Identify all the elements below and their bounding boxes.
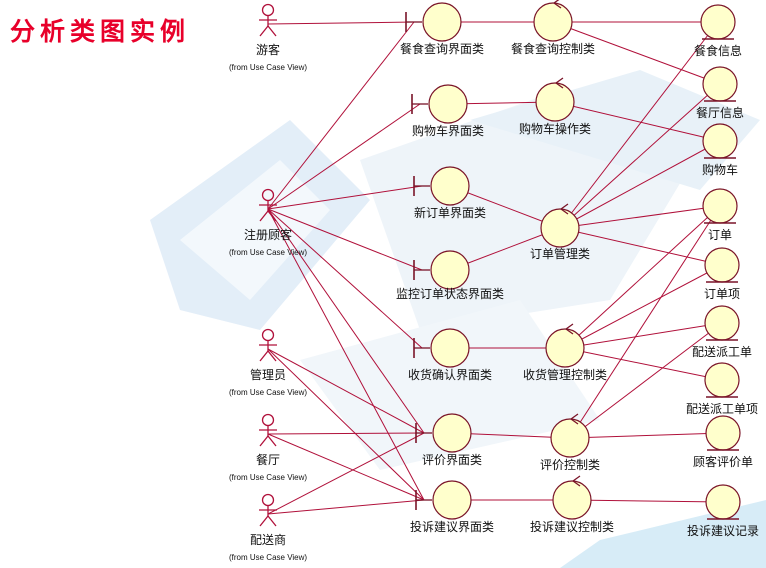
boundary-b_cart-label: 购物车界面类 <box>412 123 484 138</box>
actor-reg-label: 注册顾客 <box>244 227 292 242</box>
control-c_eval-label: 评价控制类 <box>540 458 600 472</box>
entity-e_review-label: 顾客评价单 <box>693 454 753 469</box>
boundary-class-b_query[interactable]: 餐食查询界面类 <box>400 2 484 56</box>
boundary-b_eval-label: 评价界面类 <box>422 453 482 467</box>
association-line <box>267 432 425 435</box>
association-line <box>569 432 724 439</box>
control-c_query-label: 餐食查询控制类 <box>511 41 595 56</box>
association-line <box>267 208 425 434</box>
actor-rest-label: 餐厅 <box>256 452 280 467</box>
entity-class-e_dispatch[interactable]: 配送派工单 <box>692 305 752 359</box>
entity-e_dispatch-label: 配送派工单 <box>692 344 752 359</box>
boundary-b_confirm-label: 收货确认界面类 <box>408 367 492 382</box>
stereotype-note: (from Use Case View) <box>229 388 307 397</box>
association-line <box>267 103 421 210</box>
uml-class-diagram: 游客 (from Use Case View) 注册顾客 (from Use Case… <box>229 0 759 562</box>
entity-e_cart-label: 购物车 <box>702 162 738 177</box>
boundary-b_complain-label: 投诉建议界面类 <box>410 519 494 534</box>
entity-e_rest-label: 餐厅信息 <box>696 105 744 120</box>
control-c_order-label: 订单管理类 <box>530 246 590 261</box>
association-line <box>267 21 415 210</box>
control-class-c_cart[interactable]: 购物车操作类 <box>519 77 591 136</box>
entity-e_complain-label: 投诉建议记录 <box>687 523 759 538</box>
association-line <box>267 21 415 25</box>
actor-visitor[interactable]: 游客 (from Use Case View) <box>229 3 307 73</box>
entity-class-e_complain[interactable]: 投诉建议记录 <box>687 484 759 538</box>
actor-admin[interactable]: 管理员 (from Use Case View) <box>229 328 307 398</box>
entity-e_item-label: 订单项 <box>704 287 740 301</box>
boundary-class-b_cart[interactable]: 购物车界面类 <box>411 84 484 138</box>
boundary-class-b_complain[interactable]: 投诉建议界面类 <box>410 480 494 534</box>
boundary-class-b_eval[interactable]: 评价界面类 <box>415 413 482 467</box>
actor-admin-label: 管理员 <box>250 367 286 382</box>
entity-class-e_dispitem[interactable]: 配送派工单项 <box>686 362 758 416</box>
entity-class-e_order[interactable]: 订单 <box>702 188 738 242</box>
actor-visitor-label: 游客 <box>256 42 280 57</box>
actor-reg[interactable]: 注册顾客 (from Use Case View) <box>229 188 307 258</box>
association-line <box>267 185 423 210</box>
control-class-c_query[interactable]: 餐食查询控制类 <box>511 0 595 56</box>
entity-class-e_item[interactable]: 订单项 <box>704 247 740 301</box>
association-line <box>571 499 724 503</box>
entity-e_meal-label: 餐食信息 <box>694 43 742 58</box>
actor-deliv-label: 配送商 <box>250 532 286 547</box>
control-c_recv-label: 收货管理控制类 <box>523 367 607 382</box>
entity-class-e_cart[interactable]: 购物车 <box>702 123 738 177</box>
stereotype-note: (from Use Case View) <box>229 63 307 72</box>
associations <box>267 21 724 515</box>
stereotype-note: (from Use Case View) <box>229 248 307 257</box>
nodes: 游客 (from Use Case View) 注册顾客 (from Use Case… <box>229 0 759 562</box>
association-line <box>559 140 721 229</box>
control-c_cart-label: 购物车操作类 <box>519 121 591 136</box>
entity-class-e_meal[interactable]: 餐食信息 <box>694 4 742 58</box>
entity-e_dispitem-label: 配送派工单项 <box>686 401 758 416</box>
boundary-b_monitor-label: 监控订单状态界面类 <box>396 287 504 301</box>
boundary-class-b_neworder[interactable]: 新订单界面类 <box>413 166 486 220</box>
boundary-class-b_confirm[interactable]: 收货确认界面类 <box>408 328 492 382</box>
entity-e_order-label: 订单 <box>708 228 732 242</box>
boundary-class-b_monitor[interactable]: 监控订单状态界面类 <box>396 250 504 301</box>
boundary-b_query-label: 餐食查询界面类 <box>400 41 484 56</box>
entity-class-e_review[interactable]: 顾客评价单 <box>693 415 753 469</box>
actor-deliv[interactable]: 配送商 (from Use Case View) <box>229 493 307 563</box>
control-c_complain-label: 投诉建议控制类 <box>530 519 614 534</box>
association-line <box>267 433 425 501</box>
stereotype-note: (from Use Case View) <box>229 473 307 482</box>
entity-class-e_rest[interactable]: 餐厅信息 <box>696 66 744 120</box>
control-class-c_complain[interactable]: 投诉建议控制类 <box>530 475 614 534</box>
boundary-b_neworder-label: 新订单界面类 <box>414 205 486 220</box>
association-line <box>559 205 721 229</box>
stereotype-note: (from Use Case View) <box>229 553 307 562</box>
actor-rest[interactable]: 餐厅 (from Use Case View) <box>229 413 307 483</box>
